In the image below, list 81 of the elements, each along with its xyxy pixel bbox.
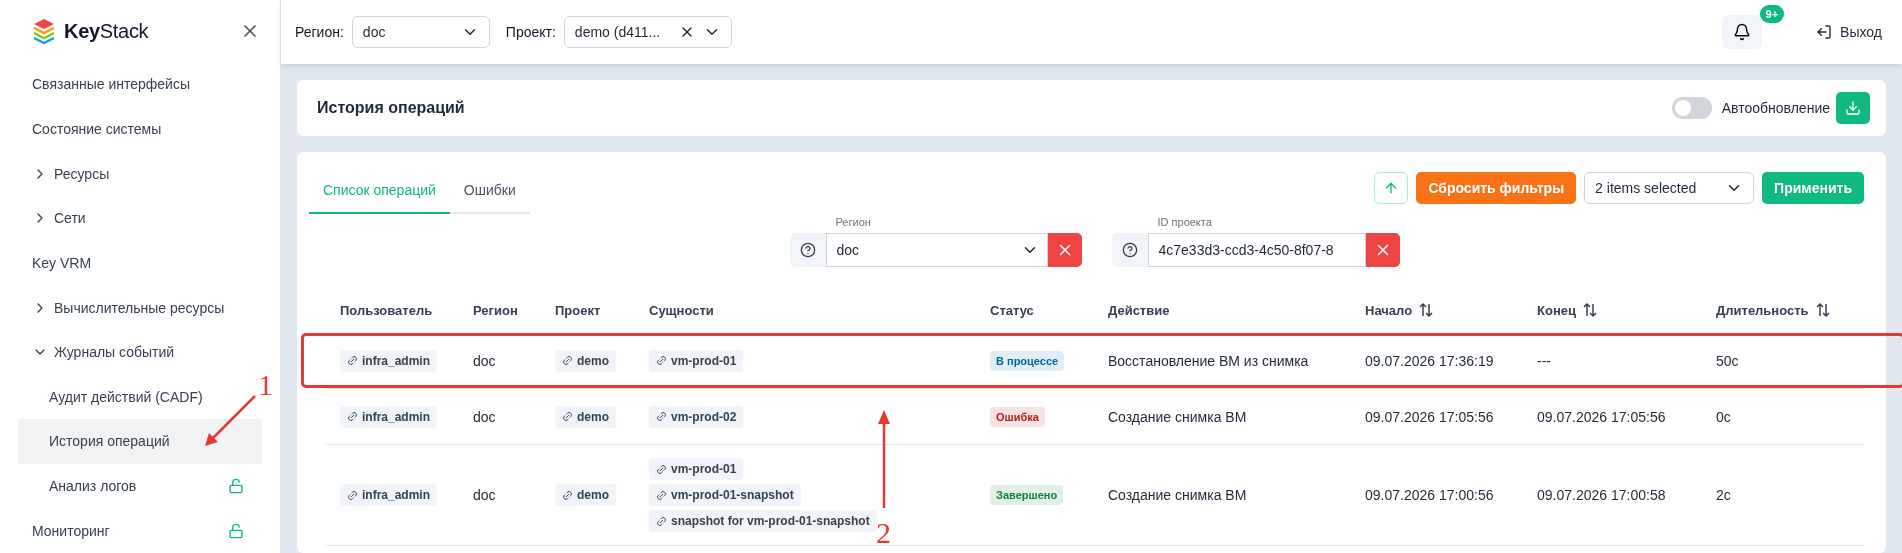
sidebar-item[interactable]: Key VRM: [18, 240, 262, 286]
entity-tag[interactable]: infra_admin: [340, 405, 437, 428]
sort-icon[interactable]: [1581, 302, 1598, 318]
columns-select[interactable]: 2 items selected: [1584, 172, 1755, 204]
table-cell-text: 2с: [1716, 487, 1732, 503]
clear-filter-button[interactable]: [1365, 233, 1400, 267]
autorefresh-label: Автообновление: [1721, 100, 1830, 116]
table-cell-text: 09.07.2026 17:00:58: [1537, 487, 1667, 503]
status-label: В процессе: [990, 350, 1065, 371]
table-cell-text: doc: [473, 487, 497, 503]
filter-label: ID проекта: [1157, 216, 1213, 228]
table-cell-text: Создание снимка ВМ: [1108, 487, 1248, 503]
logo-icon: [32, 18, 56, 45]
sidebar-item[interactable]: Сети: [18, 195, 262, 241]
notifications-button[interactable]: [1722, 15, 1763, 49]
region-select[interactable]: doc: [351, 16, 490, 48]
project-select[interactable]: demo (d411...: [563, 16, 732, 48]
column-header: Длительность: [1716, 302, 1809, 318]
entity-tag[interactable]: demo: [555, 349, 616, 372]
column-header: Пользователь: [340, 302, 433, 318]
column-header: Действие: [1108, 302, 1170, 318]
status-label: Завершено: [990, 485, 1064, 505]
logout-button[interactable]: Выход: [1810, 23, 1888, 41]
entity-tag[interactable]: demo: [555, 484, 616, 506]
filter-select[interactable]: doc: [825, 233, 1048, 267]
entity-tag[interactable]: vm-prod-01: [649, 458, 744, 480]
table-cell-text: 09.07.2026 17:05:56: [1537, 408, 1667, 425]
notification-badge: 9+: [1759, 5, 1785, 23]
table-cell-text: Создание снимка ВМ: [1108, 408, 1248, 425]
tab[interactable]: Ошибки: [449, 172, 530, 214]
sort-icon[interactable]: [1418, 302, 1435, 318]
help-icon: [799, 242, 816, 258]
project-label: Проект:: [505, 24, 556, 40]
sidebar-item[interactable]: Вычислительные ресурсы: [18, 285, 262, 330]
column-header: Сущности: [649, 302, 714, 318]
region-label: Регион:: [295, 24, 344, 40]
sidebar-item[interactable]: Мониторинг: [18, 508, 262, 553]
filter-label: Регион: [835, 216, 872, 228]
entity-tag[interactable]: demo: [555, 405, 616, 428]
sidebar-item[interactable]: Связанные интерфейсы: [18, 62, 262, 107]
logout-icon: [1816, 24, 1833, 40]
sidebar-item[interactable]: Анализ логов: [18, 463, 262, 509]
sidebar-item[interactable]: Состояние системы: [18, 106, 262, 152]
help-button[interactable]: [789, 233, 826, 267]
column-header: Начало: [1365, 302, 1413, 318]
entity-tag[interactable]: vm-prod-02: [649, 405, 744, 428]
logo-text: KeyStack: [64, 19, 150, 43]
table-cell-text: Восстановление ВМ из снимка: [1108, 352, 1310, 369]
table-cell-text: ---: [1537, 352, 1552, 369]
table-cell-text: doc: [473, 352, 497, 369]
column-header: Проект: [555, 302, 601, 318]
column-header: Конец: [1537, 302, 1576, 318]
table-cell-text: 0с: [1716, 408, 1732, 425]
sidebar-item[interactable]: Ресурсы: [18, 151, 262, 196]
entity-tag[interactable]: infra_admin: [340, 484, 437, 506]
column-header: Статус: [990, 302, 1034, 318]
entity-tag[interactable]: vm-prod-01: [649, 349, 744, 372]
download-icon: [1845, 100, 1861, 116]
clear-filter-button[interactable]: [1047, 233, 1082, 267]
unlock-icon: [228, 522, 244, 539]
table-cell-text: 09.07.2026 17:00:56: [1365, 487, 1495, 503]
entity-tag[interactable]: infra_admin: [340, 349, 437, 372]
table-cell-text: 50с: [1716, 352, 1740, 369]
entity-tag[interactable]: vm-prod-01-snapshot: [649, 484, 801, 506]
table-cell-text: doc: [473, 408, 497, 425]
sidebar-item[interactable]: История операций: [18, 419, 262, 464]
autorefresh-toggle[interactable]: [1671, 97, 1712, 119]
help-button[interactable]: [1111, 233, 1148, 267]
sort-icon[interactable]: [1814, 302, 1831, 318]
annotation-arrow: [203, 394, 257, 448]
annotation-number: 2: [876, 518, 891, 548]
entity-tag[interactable]: snapshot for vm-prod-01-snapshot: [649, 510, 877, 532]
page-title: История операций: [317, 99, 466, 117]
status-label: Ошибка: [990, 406, 1045, 427]
table-cell-text: 09.07.2026 17:36:19: [1365, 352, 1495, 369]
unlock-icon: [228, 478, 244, 495]
table-cell-text: 09.07.2026 17:05:56: [1365, 408, 1495, 425]
column-header: Регион: [473, 302, 518, 318]
bell-icon: [1733, 23, 1752, 41]
help-icon: [1121, 242, 1138, 258]
filter-input[interactable]: 4c7e33d3-ccd3-4c50-8f07-8: [1147, 233, 1366, 267]
